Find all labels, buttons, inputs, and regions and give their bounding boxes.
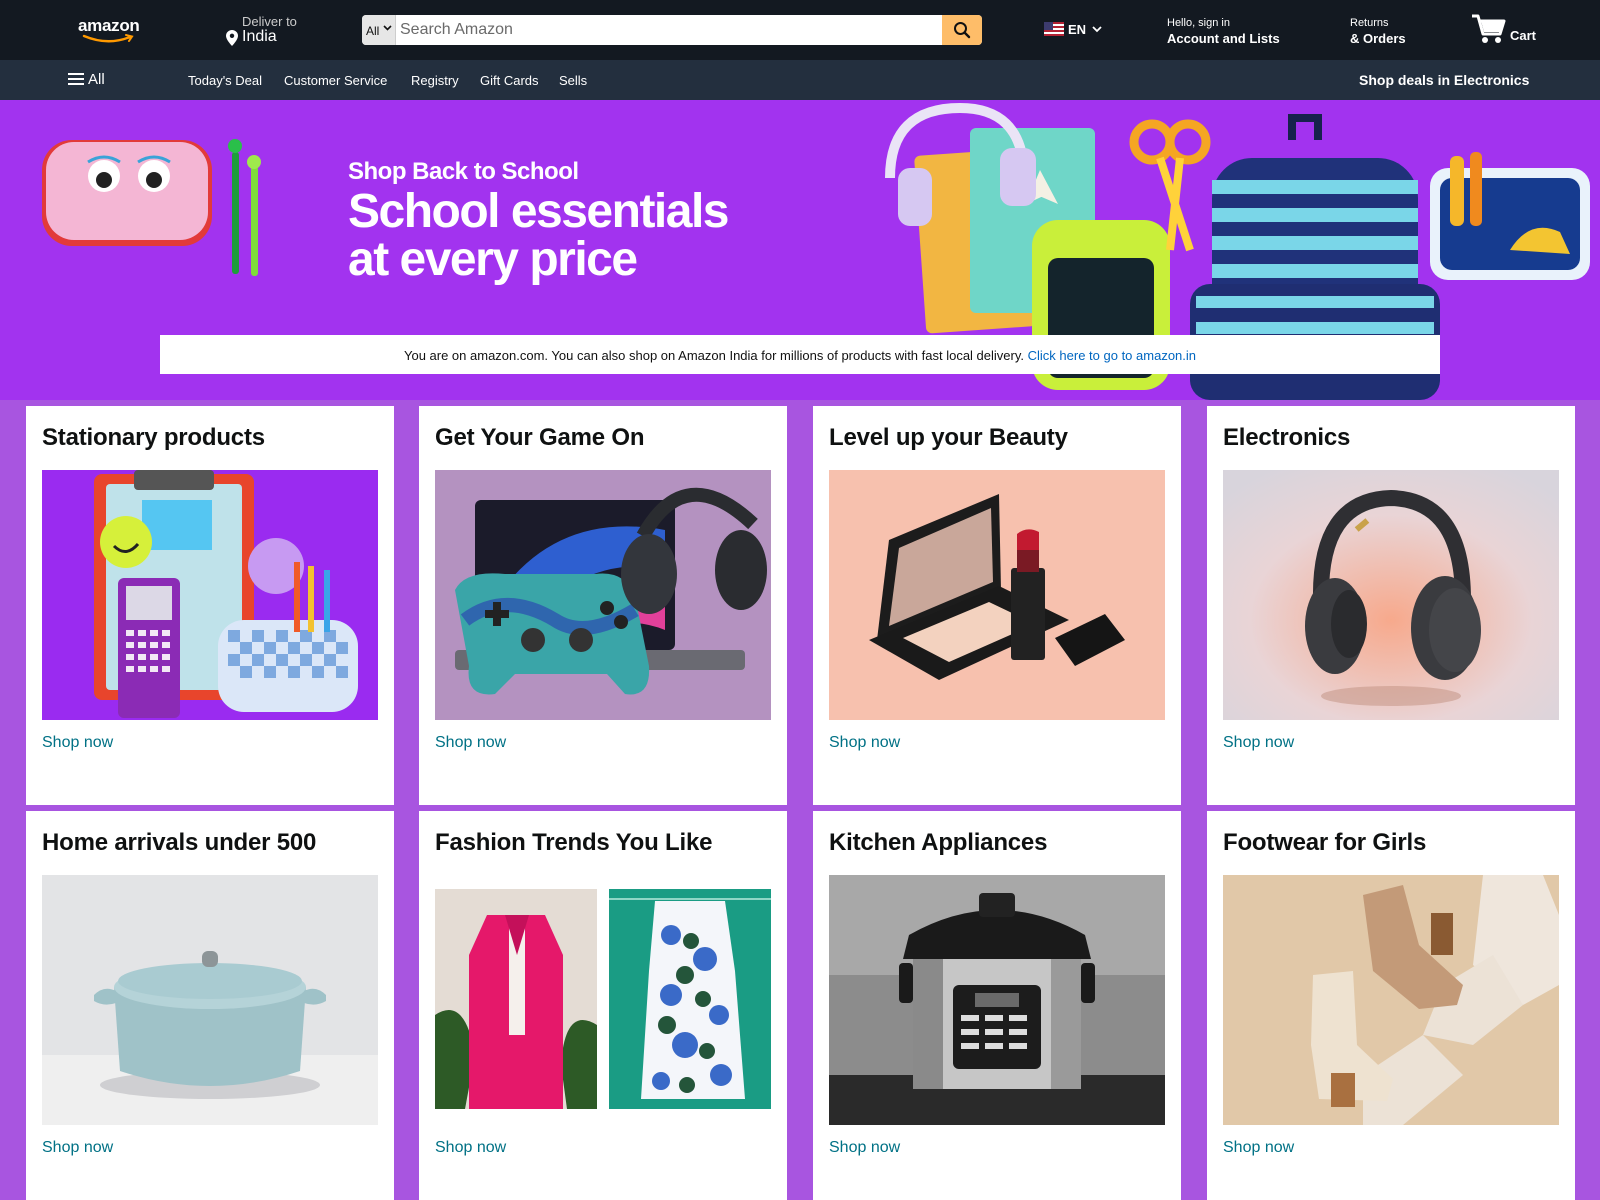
shop-now-link[interactable]: Shop now bbox=[1223, 734, 1294, 752]
shop-now-link[interactable]: Shop now bbox=[1223, 1139, 1294, 1157]
gaming-illustration bbox=[435, 470, 771, 720]
orders-label: & Orders bbox=[1350, 31, 1406, 46]
hamburger-icon bbox=[68, 73, 84, 85]
fashion-illustration bbox=[435, 875, 771, 1125]
beauty-illustration bbox=[829, 470, 1165, 720]
search-bar: All bbox=[362, 15, 982, 45]
electronics-image[interactable] bbox=[1223, 470, 1559, 720]
nav-link-gift-cards[interactable]: Gift Cards bbox=[480, 73, 539, 88]
kitchen-illustration bbox=[829, 875, 1165, 1125]
us-flag-icon bbox=[1044, 22, 1064, 36]
card-title: Footwear for Girls bbox=[1223, 829, 1427, 856]
card-title: Get Your Game On bbox=[435, 424, 645, 451]
fashion-image[interactable] bbox=[435, 875, 771, 1125]
location-pin-icon bbox=[226, 30, 238, 46]
logo-smile-icon bbox=[82, 34, 134, 43]
home-illustration bbox=[42, 875, 378, 1125]
search-category-label: All bbox=[366, 24, 380, 38]
cart-icon bbox=[1472, 14, 1506, 43]
card-title: Stationary products bbox=[42, 424, 265, 451]
search-input[interactable] bbox=[398, 15, 938, 45]
nav-link-sells[interactable]: Sells bbox=[559, 73, 587, 88]
chevron-down-icon bbox=[1092, 26, 1102, 33]
category-card-kitchen: Kitchen Appliances Shop now bbox=[813, 811, 1181, 1200]
shop-now-link[interactable]: Shop now bbox=[435, 1139, 506, 1157]
amazon-in-link[interactable]: Click here to go to amazon.in bbox=[1028, 348, 1196, 363]
shop-now-link[interactable]: Shop now bbox=[435, 734, 506, 752]
stationary-illustration bbox=[42, 470, 378, 720]
account-label: Account and Lists bbox=[1167, 31, 1280, 46]
locale-notice: You are on amazon.com. You can also shop… bbox=[160, 335, 1440, 374]
deliver-location: India bbox=[242, 28, 277, 45]
chevron-down-icon bbox=[383, 25, 392, 31]
footwear-illustration bbox=[1223, 875, 1559, 1125]
hero-title: School essentials at every price bbox=[348, 185, 730, 286]
category-card-electronics: Electronics Shop now bbox=[1207, 406, 1575, 805]
gaming-image[interactable] bbox=[435, 470, 771, 720]
card-title: Kitchen Appliances bbox=[829, 829, 1048, 856]
logo-text: amazon bbox=[78, 16, 140, 35]
account-greeting: Hello, sign in bbox=[1167, 17, 1230, 29]
category-card-beauty: Level up your Beauty Shop now bbox=[813, 406, 1181, 805]
account-menu[interactable]: Hello, sign in Account and Lists bbox=[1167, 17, 1280, 46]
category-card-home: Home arrivals under 500 Shop now bbox=[26, 811, 394, 1200]
cart-label: Cart bbox=[1510, 28, 1537, 43]
card-title: Level up your Beauty bbox=[829, 424, 1068, 451]
card-title: Fashion Trends You Like bbox=[435, 829, 713, 856]
nav-link-todays-deal[interactable]: Today's Deal bbox=[188, 73, 262, 88]
returns-label: Returns bbox=[1350, 17, 1389, 29]
shop-now-link[interactable]: Shop now bbox=[829, 734, 900, 752]
home-image[interactable] bbox=[42, 875, 378, 1125]
shop-now-link[interactable]: Shop now bbox=[42, 1139, 113, 1157]
search-button[interactable] bbox=[942, 15, 982, 45]
shop-now-link[interactable]: Shop now bbox=[829, 1139, 900, 1157]
returns-orders[interactable]: Returns & Orders bbox=[1350, 17, 1406, 46]
nav-link-customer-service[interactable]: Customer Service bbox=[284, 73, 387, 88]
top-navbar: amazon Deliver to India All Search Amazo… bbox=[0, 0, 1600, 60]
cart-button[interactable]: Cart bbox=[1470, 12, 1536, 51]
search-category-dropdown[interactable]: All bbox=[362, 15, 396, 45]
hero-kicker: Shop Back to School bbox=[348, 158, 579, 185]
language-label: EN bbox=[1068, 22, 1087, 37]
category-card-footwear: Footwear for Girls Shop now bbox=[1207, 811, 1575, 1200]
hero-banner[interactable]: Shop Back to School School essentials at… bbox=[0, 100, 1600, 400]
kitchen-image[interactable] bbox=[829, 875, 1165, 1125]
nav-link-registry[interactable]: Registry bbox=[411, 73, 459, 88]
locale-notice-text: You are on amazon.com. You can also shop… bbox=[403, 348, 1025, 363]
category-card-gaming: Get Your Game On Shop now bbox=[419, 406, 787, 805]
stationary-image[interactable] bbox=[42, 470, 378, 720]
shop-now-link[interactable]: Shop now bbox=[42, 734, 113, 752]
sub-navbar: All Today's Deal Customer Service Regist… bbox=[0, 60, 1600, 100]
card-title: Home arrivals under 500 bbox=[42, 829, 317, 856]
category-card-stationary: Stationary products Shop now bbox=[26, 406, 394, 805]
all-menu-label: All bbox=[88, 71, 105, 88]
electronics-illustration bbox=[1223, 470, 1559, 720]
search-icon bbox=[954, 22, 971, 39]
hero-title-line1: School essentials bbox=[348, 185, 730, 238]
amazon-logo[interactable]: amazon bbox=[78, 16, 142, 46]
card-title: Electronics bbox=[1223, 424, 1351, 451]
hero-title-line2: at every price bbox=[348, 233, 638, 286]
footwear-image[interactable] bbox=[1223, 875, 1559, 1125]
category-card-fashion: Fashion Trends You Like Shop now bbox=[419, 811, 787, 1200]
electronics-deals-link[interactable]: Shop deals in Electronics bbox=[1359, 72, 1529, 88]
beauty-image[interactable] bbox=[829, 470, 1165, 720]
deliver-label: Deliver to bbox=[242, 14, 297, 29]
